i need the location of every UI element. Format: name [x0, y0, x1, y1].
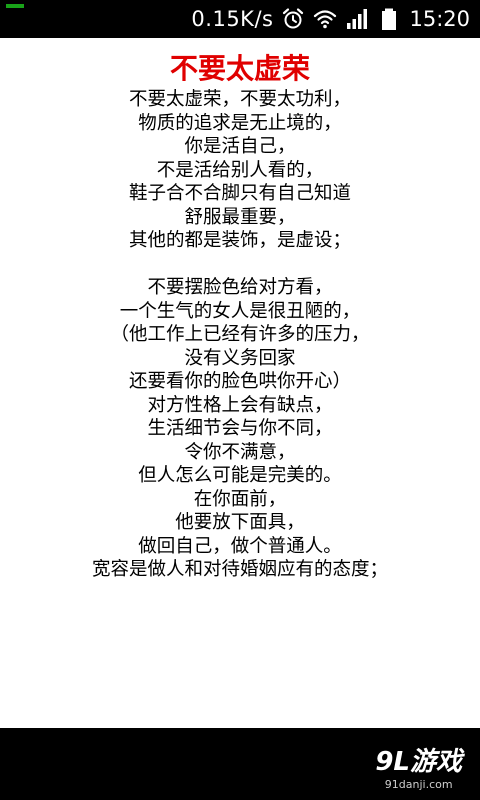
- text-line: 还要看你的脸色哄你开心）: [128, 371, 351, 392]
- watermark-site: 91danji.com: [384, 778, 453, 791]
- text-line: 其他的都是装饰，是虚设；: [128, 230, 351, 251]
- notification-indicator: [0, 0, 26, 24]
- text-line: 不是活给别人看的，: [156, 159, 324, 181]
- text-line: 但人怎么可能是完美的。: [138, 465, 342, 486]
- notification-indicator-bar: [6, 4, 24, 8]
- text-line: 舒服最重要，: [184, 206, 296, 228]
- text-line: 生活细节会与你不同，: [147, 418, 333, 439]
- article-content: 不要太虚荣 不要太虚荣，不要太功利， 物质的追求是无止境的， 你是活自己， 不是…: [0, 38, 480, 728]
- text-line: 物质的追求是无止境的，: [138, 112, 342, 134]
- text-line: 宽容是做人和对待婚姻应有的态度；: [91, 559, 388, 580]
- bottom-bar: 9L游戏 91danji.com: [0, 728, 480, 800]
- battery-icon: [377, 7, 401, 31]
- text-line: 你是活自己，: [184, 136, 296, 157]
- blank-line: [0, 253, 480, 277]
- status-bar-right: 0.15K/s 15:20: [191, 0, 470, 38]
- phone-screen: 0.15K/s 15:20 不要太虚荣 不要太虚荣，不要太功利， 物质的追求是无…: [0, 0, 480, 800]
- article-title: 不要太虚荣: [169, 52, 310, 85]
- text-line: 不要摆脸色给对方看，: [147, 277, 333, 298]
- alarm-icon: [281, 7, 305, 31]
- text-line: 对方性格上会有缺点，: [147, 394, 333, 416]
- text-line: 没有义务回家: [184, 347, 296, 369]
- signal-icon: [345, 7, 369, 31]
- text-line: 不要太虚荣，不要太功利，: [128, 89, 351, 110]
- text-line: 令你不满意，: [184, 441, 296, 463]
- text-line: 一个生气的女人是很丑陋的，: [119, 300, 361, 322]
- watermark-logo: 9L游戏 91danji.com: [375, 748, 462, 792]
- network-speed: 0.15K/s: [191, 7, 274, 31]
- article-body: 不要太虚荣，不要太功利， 物质的追求是无止境的， 你是活自己， 不是活给别人看的…: [0, 88, 480, 582]
- wifi-icon: [313, 7, 337, 31]
- text-line: 在你面前，: [193, 488, 287, 510]
- status-bar: 0.15K/s 15:20: [0, 0, 480, 38]
- text-line: 鞋子合不合脚只有自己知道: [128, 183, 351, 204]
- text-line: 他要放下面具，: [175, 512, 305, 533]
- watermark-logo-text: 9L游戏: [375, 747, 462, 777]
- text-line: 做回自己，做个普通人。: [138, 535, 342, 557]
- clock-time: 15:20: [409, 7, 470, 31]
- text-line: （他工作上已经有许多的压力，: [110, 324, 370, 345]
